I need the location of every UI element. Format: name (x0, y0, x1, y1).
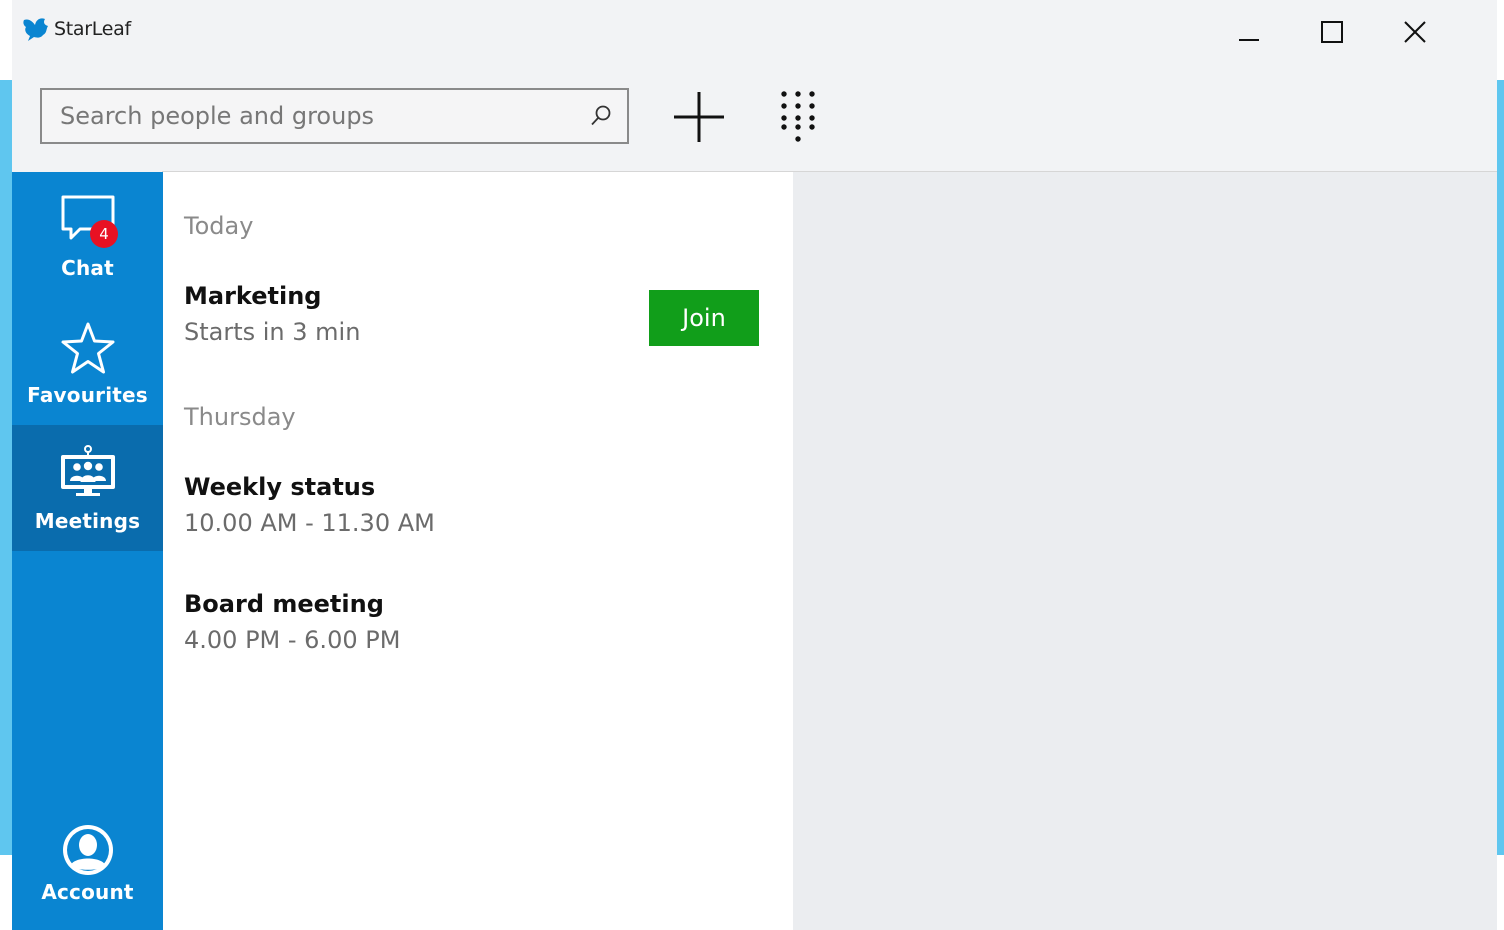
search-input[interactable] (42, 90, 582, 142)
meeting-time: 4.00 PM - 6.00 PM (184, 626, 401, 654)
list-item[interactable]: Board meeting 4.00 PM - 6.00 PM (184, 590, 784, 654)
meetings-icon (61, 445, 115, 496)
section-header-today: Today (184, 212, 254, 240)
add-icon[interactable] (670, 88, 728, 146)
search-box (40, 88, 629, 144)
sidebar-item-label: Meetings (34, 509, 141, 533)
list-item[interactable]: Weekly status 10.00 AM - 11.30 AM (184, 473, 784, 537)
sidebar-item-label: Account (41, 880, 134, 904)
maximize-icon (1321, 21, 1343, 43)
star-icon (61, 322, 115, 374)
sidebar-item-label: Chat (61, 256, 114, 280)
sidebar-item-chat[interactable]: 4 Chat (12, 172, 163, 298)
section-header-thursday: Thursday (184, 403, 296, 431)
account-icon (63, 825, 113, 875)
minimize-button[interactable] (1226, 12, 1272, 52)
sidebar-item-label: Favourites (27, 383, 148, 407)
sidebar-item-favourites[interactable]: Favourites (12, 299, 163, 425)
meeting-title: Weekly status (184, 473, 376, 501)
app-title: StarLeaf (54, 18, 131, 40)
dialpad-icon[interactable] (774, 86, 822, 146)
chat-unread-badge: 4 (90, 220, 118, 248)
meeting-time: 10.00 AM - 11.30 AM (184, 509, 435, 537)
sidebar-item-meetings[interactable]: Meetings (12, 425, 163, 551)
maximize-button[interactable] (1309, 12, 1355, 52)
close-button[interactable] (1392, 12, 1438, 52)
close-icon (1404, 21, 1426, 43)
app-window: StarLeaf Search people and groups 4 Chat… (12, 0, 1497, 930)
search-icon[interactable] (589, 104, 613, 128)
join-button[interactable]: Join (649, 290, 759, 346)
sidebar-item-account[interactable]: Account (12, 800, 163, 930)
title-bar: StarLeaf (12, 0, 1497, 60)
detail-pane (793, 172, 1497, 930)
starleaf-logo-icon (23, 18, 48, 41)
meetings-list: Today Marketing Starts in 3 min Join Thu… (163, 172, 793, 930)
sidebar: 4 Chat Favourites Meetings Account (12, 172, 163, 930)
minimize-icon (1239, 39, 1259, 41)
meeting-title: Board meeting (184, 590, 384, 618)
